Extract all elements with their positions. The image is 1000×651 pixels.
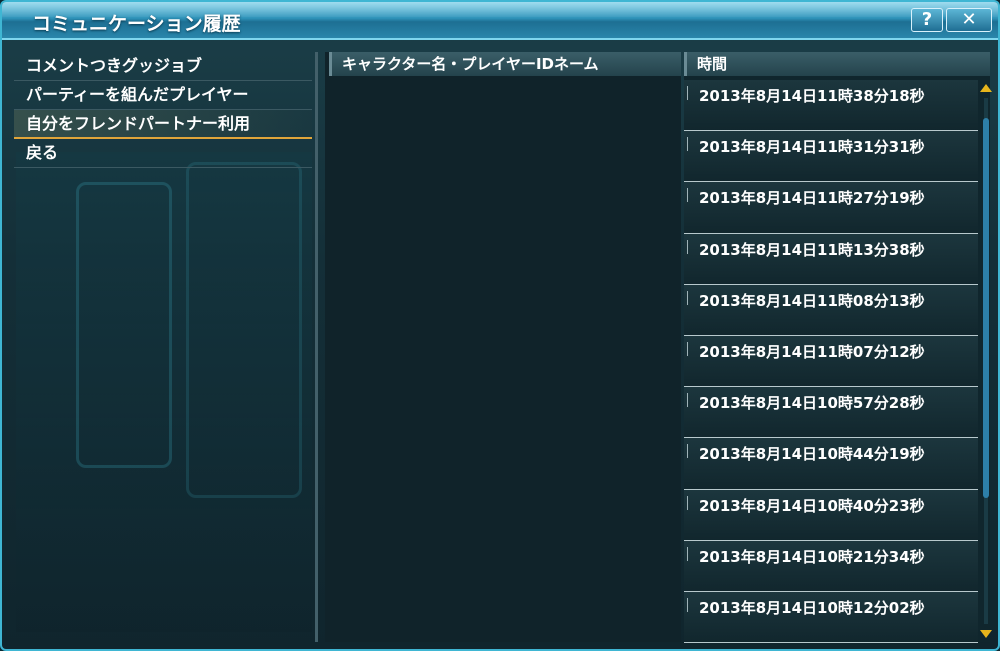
background-panel [186,162,302,498]
menu-item-party-players[interactable]: パーティーを組んだプレイヤー [14,81,312,110]
history-time: 2013年8月14日10時12分02秒 [699,598,925,617]
history-time: 2013年8月14日10時57分28秒 [699,394,925,413]
menu-item-label: 自分をフレンドパートナー利用 [26,114,251,133]
arrow-down-icon[interactable] [980,630,992,638]
history-row[interactable]: 2013年8月14日11時13分38秒 [684,233,978,285]
history-time: 2013年8月14日11時13分38秒 [699,240,925,259]
history-time: 2013年8月14日11時31分31秒 [699,138,925,157]
character-column-header[interactable]: キャラクター名・プレイヤーIDネーム [329,52,681,76]
history-row[interactable]: 2013年8月14日11時08分13秒 [684,284,978,336]
menu-item-comment-goodjob[interactable]: コメントつきグッジョブ [14,52,312,81]
close-icon: ✕ [961,9,977,30]
list-scrollbar[interactable] [980,82,992,642]
history-row[interactable]: 2013年8月14日11時38分18秒 [684,80,978,132]
row-marker [684,341,688,356]
row-marker [684,239,688,254]
history-row[interactable]: 2013年8月14日11時31分31秒 [684,131,978,183]
menu-item-friend-partner-usage[interactable]: 自分をフレンドパートナー利用 [14,110,312,139]
row-marker [684,188,688,203]
row-marker [684,137,688,152]
history-row[interactable]: 2013年8月14日10時57分28秒 [684,387,978,439]
history-row[interactable]: 2013年8月14日10時44分19秒 [684,438,978,490]
arrow-up-icon[interactable] [980,84,992,92]
close-button[interactable]: ✕ [946,8,992,32]
background-decoration [16,152,312,632]
row-marker [684,290,688,305]
window-title: コミュニケーション履歴 [32,13,241,35]
help-button[interactable]: ? [911,8,943,32]
title-bar[interactable]: コミュニケーション履歴 ? ✕ [2,2,998,40]
side-menu: コメントつきグッジョブ パーティーを組んだプレイヤー 自分をフレンドパートナー利… [14,52,312,168]
history-time: 2013年8月14日11時08分13秒 [699,291,925,310]
question-icon: ? [921,9,933,30]
scroll-thumb[interactable] [983,118,989,498]
menu-item-label: コメントつきグッジョブ [26,56,203,75]
row-marker [684,597,688,612]
character-column: キャラクター名・プレイヤーIDネーム [325,52,681,642]
history-time: 2013年8月14日11時07分12秒 [699,342,925,361]
row-marker [684,495,688,510]
history-time: 2013年8月14日10時44分19秒 [699,445,925,464]
background-panel [76,182,172,468]
communication-history-window: コミュニケーション履歴 ? ✕ コメントつきグッジョブ パーティーを組んだプレイ… [0,0,1000,651]
panel-divider [315,52,318,642]
history-row[interactable]: 2013年8月14日11時07分12秒 [684,335,978,388]
history-time: 2013年8月14日11時27分19秒 [699,189,925,208]
history-list: 2013年8月14日11時38分18秒 2013年8月14日11時31分31秒 … [684,80,978,644]
history-time: 2013年8月14日11時38分18秒 [699,87,925,105]
time-column: 時間 2013年8月14日11時38分18秒 2013年8月14日11時31分3… [684,52,990,644]
menu-item-back[interactable]: 戻る [14,139,312,168]
history-row[interactable]: 2013年8月14日10時21分34秒 [684,540,978,592]
menu-item-label: パーティーを組んだプレイヤー [26,85,249,104]
history-row[interactable]: 2013年8月14日11時27分19秒 [684,182,978,234]
history-time: 2013年8月14日10時40分23秒 [699,496,925,515]
history-row[interactable]: 2013年8月14日10時40分23秒 [684,489,978,541]
history-time: 2013年8月14日10時21分34秒 [699,547,925,566]
row-marker [684,393,688,408]
row-marker [684,86,688,100]
history-row[interactable]: 2013年8月14日10時12分02秒 [684,591,978,644]
time-column-header[interactable]: 時間 [684,52,990,76]
row-marker [684,546,688,561]
menu-item-label: 戻る [26,143,59,162]
row-marker [684,444,688,459]
